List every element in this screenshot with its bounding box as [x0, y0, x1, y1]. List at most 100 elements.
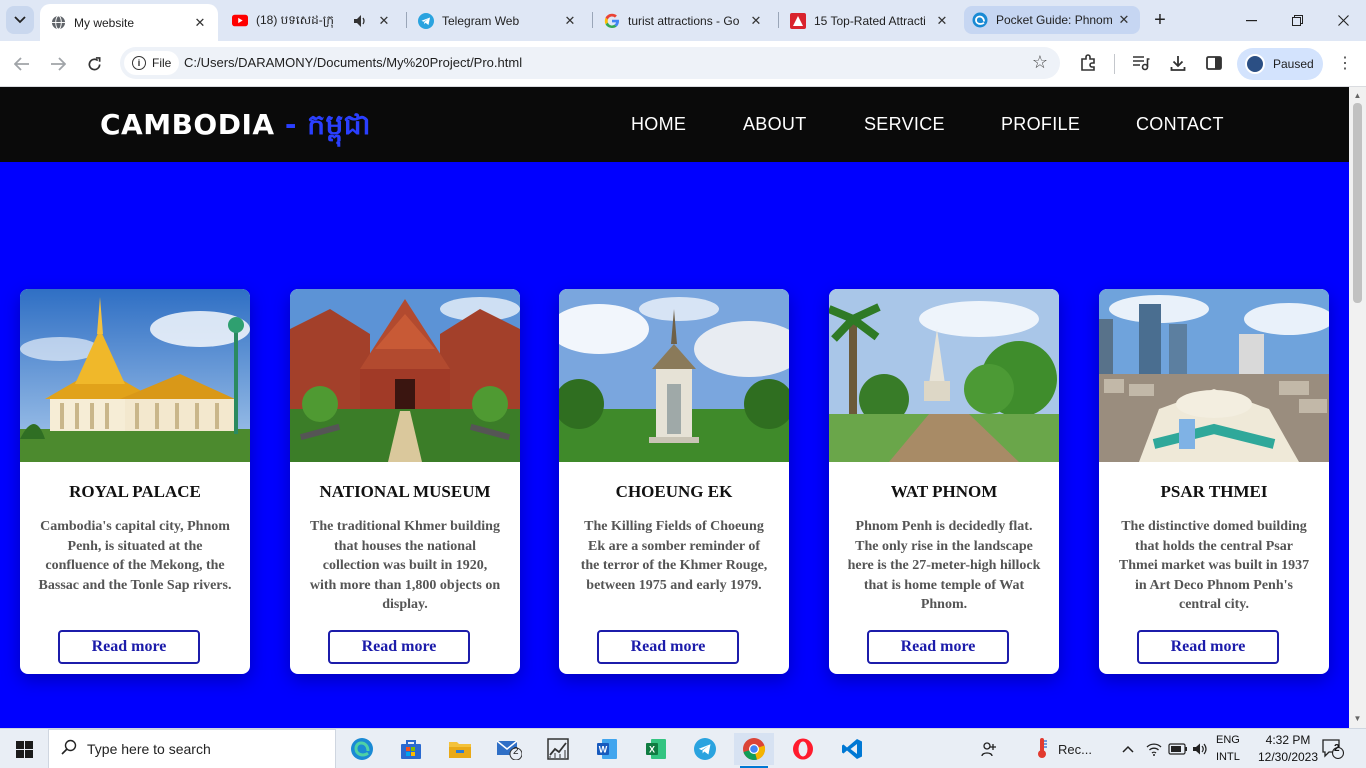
start-button[interactable] — [0, 729, 48, 768]
page-scrollbar[interactable]: ▲ ▼ — [1349, 87, 1366, 728]
tab-title: My website — [74, 15, 135, 30]
speaker-icon[interactable] — [352, 13, 368, 29]
extensions-icon[interactable] — [1077, 52, 1099, 74]
thermometer-icon — [1036, 737, 1048, 762]
scroll-down-arrow-icon[interactable]: ▼ — [1349, 712, 1366, 726]
address-bar[interactable]: i File C:/Users/DARAMONY/Documents/My%20… — [120, 47, 1060, 79]
volume-icon[interactable] — [1192, 729, 1208, 768]
tab-close-icon[interactable]: ✕ — [562, 13, 578, 29]
logo-dash: - — [284, 108, 297, 141]
reload-button[interactable] — [80, 50, 108, 78]
windows-logo-icon — [15, 740, 33, 758]
word-taskbar-icon[interactable]: W — [587, 733, 627, 765]
tab-close-icon[interactable]: ✕ — [1116, 12, 1132, 28]
windows-taskbar: Type here to search 2 W X Rec... ENG INT… — [0, 728, 1366, 768]
nav-service[interactable]: SERVICE — [864, 114, 945, 135]
clock-date: 12/30/2023 — [1257, 750, 1319, 764]
tab-search-button[interactable] — [6, 6, 34, 34]
clock-time: 4:32 PM — [1265, 733, 1311, 747]
download-icon[interactable] — [1167, 52, 1189, 74]
vscode-taskbar-icon[interactable] — [832, 733, 872, 765]
restore-button[interactable] — [1274, 0, 1320, 41]
input-language-indicator[interactable]: ENG INTL — [1216, 732, 1240, 766]
read-more-button[interactable]: Read more — [328, 630, 470, 664]
scheme-label: File — [152, 56, 172, 70]
site-info-chip[interactable]: i File — [124, 51, 180, 75]
media-controls-icon[interactable] — [1130, 52, 1152, 74]
tab-my-website[interactable]: My website ✕ — [40, 4, 218, 41]
telegram-taskbar-icon[interactable] — [685, 733, 725, 765]
tab-separator — [406, 12, 407, 28]
nav-contact[interactable]: CONTACT — [1136, 114, 1224, 135]
read-more-button[interactable]: Read more — [867, 630, 1009, 664]
national-museum-photo — [290, 289, 520, 462]
mail-taskbar-icon[interactable]: 2 — [489, 733, 529, 765]
back-button[interactable] — [8, 50, 36, 78]
card-title: WAT PHNOM — [890, 482, 998, 501]
wifi-icon[interactable] — [1146, 729, 1162, 768]
card-title: NATIONAL MUSEUM — [319, 482, 491, 501]
attraction-card: CHOEUNG EK The Killing Fields of Choeung… — [559, 289, 789, 674]
battery-icon[interactable] — [1168, 729, 1188, 768]
tab-close-icon[interactable]: ✕ — [376, 13, 392, 29]
tab-title: (18) បទសេដ-ក្រុ — [256, 12, 334, 27]
read-more-button[interactable]: Read more — [597, 630, 739, 664]
psar-thmei-photo — [1099, 289, 1329, 462]
weather-label: Rec... — [1058, 741, 1092, 757]
card-description: Phnom Penh is decidedly flat. The only r… — [847, 519, 1041, 613]
site-logo[interactable]: CAMBODIA - កម្ពុជា — [100, 107, 371, 148]
nav-home[interactable]: HOME — [631, 114, 686, 135]
read-more-button[interactable]: Read more — [1137, 630, 1279, 664]
opera-taskbar-icon[interactable] — [783, 733, 823, 765]
nav-about[interactable]: ABOUT — [743, 114, 807, 135]
show-hidden-icons-chevron-icon[interactable] — [1122, 729, 1134, 768]
close-window-button[interactable] — [1320, 0, 1366, 41]
site-header: CAMBODIA - កម្ពុជា HOME ABOUT SERVICE PR… — [0, 87, 1349, 162]
browser-menu-icon[interactable]: ⋮ — [1334, 52, 1356, 74]
svg-text:X: X — [649, 745, 655, 755]
weather-widget[interactable]: Rec... — [1036, 729, 1092, 768]
tab-pocket-guide[interactable]: Pocket Guide: Phnom ✕ — [964, 6, 1140, 34]
scrollbar-thumb[interactable] — [1353, 103, 1362, 303]
browser-tab-strip: My website ✕ (18) បទសេដ-ក្រុ ✕ Telegram … — [0, 0, 1366, 41]
notification-center-icon[interactable]: 2 — [1322, 729, 1344, 768]
tab-planetware[interactable]: 15 Top-Rated Attracti ✕ — [782, 0, 958, 41]
profile-button[interactable]: Paused — [1237, 48, 1323, 80]
tab-google[interactable]: turist attractions - Go ✕ — [596, 0, 772, 41]
card-description: The Killing Fields of Choeung Ek are a s… — [580, 519, 768, 593]
card-title: PSAR THMEI — [1160, 482, 1268, 501]
tab-title: Pocket Guide: Phnom — [996, 13, 1113, 27]
edge-taskbar-icon[interactable] — [342, 733, 382, 765]
toolbar-divider — [1114, 54, 1115, 74]
info-icon: i — [132, 56, 146, 70]
tab-close-icon[interactable]: ✕ — [934, 13, 950, 29]
people-icon[interactable] — [980, 729, 998, 768]
globe-icon — [50, 15, 66, 31]
store-taskbar-icon[interactable] — [391, 733, 431, 765]
excel-taskbar-icon[interactable]: X — [636, 733, 676, 765]
tab-close-icon[interactable]: ✕ — [192, 15, 208, 31]
tab-telegram[interactable]: Telegram Web ✕ — [410, 0, 586, 41]
bookmark-star-icon[interactable]: ☆ — [1032, 52, 1048, 73]
chrome-taskbar-icon[interactable] — [734, 733, 774, 768]
stock-chart-taskbar-icon[interactable] — [538, 733, 578, 765]
taskbar-search[interactable]: Type here to search — [48, 729, 336, 768]
url-text: C:/Users/DARAMONY/Documents/My%20Project… — [184, 55, 523, 70]
minimize-button[interactable] — [1228, 0, 1274, 41]
file-explorer-taskbar-icon[interactable] — [440, 733, 480, 765]
nav-profile[interactable]: PROFILE — [1001, 114, 1080, 135]
tab-close-icon[interactable]: ✕ — [748, 13, 764, 29]
forward-button[interactable] — [44, 50, 72, 78]
lang-bottom: INTL — [1216, 751, 1240, 763]
scroll-up-arrow-icon[interactable]: ▲ — [1349, 89, 1366, 103]
tab-youtube[interactable]: (18) បទសេដ-ក្រុ ✕ — [224, 0, 400, 41]
tab-separator — [592, 12, 593, 28]
google-icon — [604, 13, 620, 29]
tab-separator — [778, 12, 779, 28]
side-panel-icon[interactable] — [1203, 52, 1225, 74]
royal-palace-photo — [20, 289, 250, 462]
tab-title: 15 Top-Rated Attracti — [814, 13, 926, 28]
system-clock[interactable]: 4:32 PM 12/30/2023 — [1256, 732, 1320, 766]
read-more-button[interactable]: Read more — [58, 630, 200, 664]
new-tab-button[interactable]: + — [1140, 0, 1180, 41]
